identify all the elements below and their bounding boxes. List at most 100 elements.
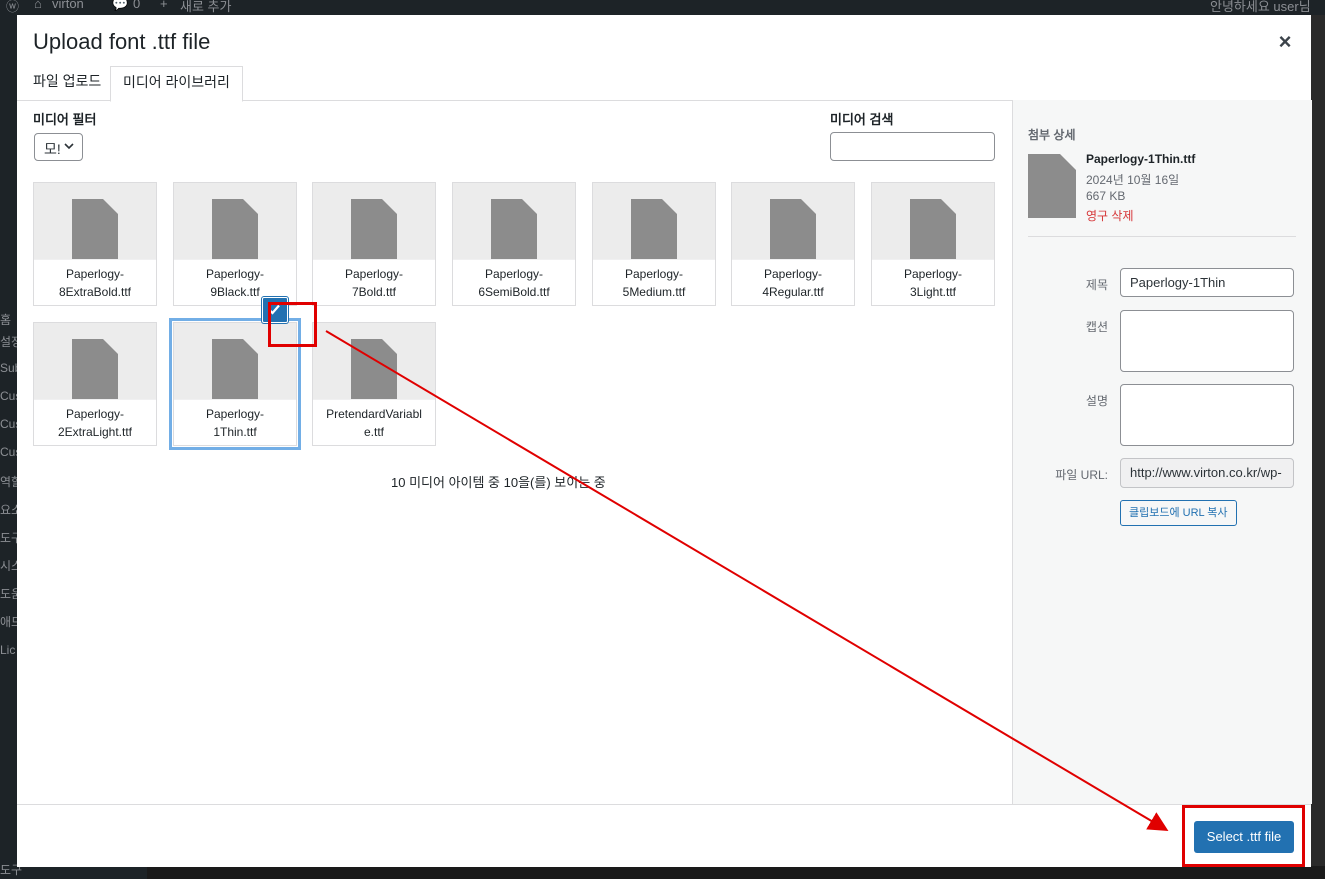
- media-item[interactable]: Paperlogy- 7Bold.ttf: [312, 182, 436, 306]
- media-thumbnail: [732, 183, 854, 259]
- greeting[interactable]: 안녕하세요 user님: [1210, 0, 1311, 15]
- media-filename-line: Paperlogy-: [763, 267, 823, 281]
- wordpress-logo-icon[interactable]: ⓦ: [6, 0, 19, 15]
- media-thumbnail: [453, 183, 575, 259]
- menu-fragment[interactable]: Lic: [0, 643, 15, 657]
- document-icon: [351, 339, 397, 399]
- select-ttf-file-button[interactable]: Select .ttf file: [1194, 821, 1294, 853]
- description-field[interactable]: [1120, 384, 1294, 446]
- comments-icon[interactable]: 💬: [112, 0, 128, 12]
- media-thumbnail: [872, 183, 994, 259]
- plus-icon[interactable]: +: [160, 0, 168, 11]
- media-filename-line: 7Bold.ttf: [351, 285, 397, 299]
- media-filename-line: e.ttf: [363, 425, 384, 439]
- media-thumbnail: [174, 323, 296, 399]
- media-filter-select[interactable]: 모!: [34, 133, 83, 161]
- media-filename: Paperlogy- 1Thin.ttf: [174, 400, 296, 445]
- copy-url-button[interactable]: 클립보드에 URL 복사: [1120, 500, 1237, 526]
- delete-permanently-link[interactable]: 영구 삭제: [1086, 207, 1134, 224]
- media-filename: Paperlogy- 6SemiBold.ttf: [453, 260, 575, 305]
- document-icon: [910, 199, 956, 259]
- media-thumbnail: [34, 323, 156, 399]
- document-icon: [631, 199, 677, 259]
- file-url-field[interactable]: http://www.virton.co.kr/wp-: [1120, 458, 1294, 488]
- media-filename-line: Paperlogy-: [903, 267, 963, 281]
- backdrop-strip: [147, 866, 1325, 879]
- home-icon[interactable]: ⌂: [34, 0, 42, 11]
- description-label: 설명: [1085, 394, 1108, 408]
- media-thumbnail: [593, 183, 715, 259]
- title-label: 제목: [1085, 278, 1108, 292]
- media-filename-line: Paperlogy-: [205, 267, 265, 281]
- media-filename-line: 3Light.ttf: [909, 285, 957, 299]
- selected-checkbox[interactable]: [262, 297, 288, 323]
- file-url-label: 파일 URL:: [1055, 468, 1108, 482]
- modal-footer: [17, 804, 1311, 867]
- modal-tabs: 파일 업로드 미디어 라이브러리: [17, 66, 1311, 102]
- checkmark-icon: [268, 304, 280, 315]
- backdrop-strip: [1311, 15, 1325, 866]
- title-field[interactable]: Paperlogy-1Thin: [1120, 268, 1294, 297]
- media-item[interactable]: Paperlogy- 1Thin.ttf: [169, 318, 301, 450]
- media-filename-line: Paperlogy-: [65, 267, 125, 281]
- media-filename: PretendardVariabl e.ttf: [313, 400, 435, 445]
- media-count-status: 10 미디어 아이템 중 10을(를) 보이는 중: [391, 475, 606, 490]
- media-thumbnail: [313, 323, 435, 399]
- media-filename-line: 8ExtraBold.ttf: [58, 285, 132, 299]
- chevron-down-icon: [64, 143, 74, 150]
- media-item[interactable]: PretendardVariabl e.ttf: [312, 322, 436, 446]
- media-item[interactable]: Paperlogy- 9Black.ttf: [173, 182, 297, 306]
- media-thumbnail: [174, 183, 296, 259]
- media-filename-line: 4Regular.ttf: [762, 285, 824, 299]
- media-filename-line: 5Medium.ttf: [622, 285, 686, 299]
- attachment-details-sidebar: 첨부 상세 Paperlogy-1Thin.ttf 2024년 10월 16일 …: [1012, 100, 1312, 804]
- media-filename-line: Paperlogy-: [65, 407, 125, 421]
- document-icon: [212, 199, 258, 259]
- media-filename-line: Paperlogy-: [205, 407, 265, 421]
- media-filename: Paperlogy- 2ExtraLight.ttf: [34, 400, 156, 445]
- new-item-link[interactable]: 새로 추가: [180, 0, 231, 15]
- media-search-label: 미디어 검색: [830, 112, 894, 127]
- admin-bar: ⓦ ⌂ virton 💬 0 + 새로 추가 안녕하세요 user님: [0, 0, 1325, 15]
- tab-upload-files[interactable]: 파일 업로드: [21, 66, 113, 99]
- media-item[interactable]: Paperlogy- 3Light.ttf: [871, 182, 995, 306]
- modal-title: Upload font .ttf file: [33, 29, 211, 54]
- media-filter-label: 미디어 필터: [33, 112, 97, 127]
- caption-field[interactable]: [1120, 310, 1294, 372]
- attachment-details-heading: 첨부 상세: [1028, 128, 1076, 142]
- document-icon: [1028, 154, 1076, 218]
- media-filename: Paperlogy- 5Medium.ttf: [593, 260, 715, 305]
- media-item[interactable]: Paperlogy- 5Medium.ttf: [592, 182, 716, 306]
- document-icon: [491, 199, 537, 259]
- media-search-input[interactable]: [830, 132, 995, 161]
- media-filename: Paperlogy- 7Bold.ttf: [313, 260, 435, 305]
- document-icon: [212, 339, 258, 399]
- tab-media-library[interactable]: 미디어 라이브러리: [110, 66, 243, 102]
- document-icon: [72, 199, 118, 259]
- comments-count[interactable]: 0: [133, 0, 140, 11]
- media-filename: Paperlogy- 8ExtraBold.ttf: [34, 260, 156, 305]
- media-filename-line: Paperlogy-: [624, 267, 684, 281]
- media-filename-line: PretendardVariabl: [326, 407, 422, 421]
- media-filename: Paperlogy- 4Regular.ttf: [732, 260, 854, 305]
- media-item[interactable]: Paperlogy- 6SemiBold.ttf: [452, 182, 576, 306]
- media-thumbnail: [34, 183, 156, 259]
- media-filename-line: 1Thin.ttf: [213, 425, 257, 439]
- attachment-date: 2024년 10월 16일: [1086, 173, 1180, 187]
- menu-fragment[interactable]: 홈: [0, 311, 11, 328]
- admin-sidebar: 홈 설정 Sub Cus Cus Cus 역할 요소 도구 시스 도움 애드 L…: [0, 15, 22, 879]
- media-item[interactable]: Paperlogy- 2ExtraLight.ttf: [33, 322, 157, 446]
- media-item[interactable]: Paperlogy- 4Regular.ttf: [731, 182, 855, 306]
- media-filename-line: Paperlogy-: [344, 267, 404, 281]
- attachment-filename: Paperlogy-1Thin.ttf: [1086, 152, 1196, 166]
- media-filter-value: 모!: [44, 141, 61, 157]
- close-button[interactable]: ×: [1273, 31, 1297, 55]
- document-icon: [770, 199, 816, 259]
- media-filename: Paperlogy- 3Light.ttf: [872, 260, 994, 305]
- media-item[interactable]: Paperlogy- 8ExtraBold.ttf: [33, 182, 157, 306]
- caption-label: 캡션: [1085, 320, 1108, 334]
- media-filename-line: Paperlogy-: [484, 267, 544, 281]
- site-name[interactable]: virton: [52, 0, 84, 11]
- media-thumbnail: [313, 183, 435, 259]
- attachment-size: 667 KB: [1086, 189, 1126, 203]
